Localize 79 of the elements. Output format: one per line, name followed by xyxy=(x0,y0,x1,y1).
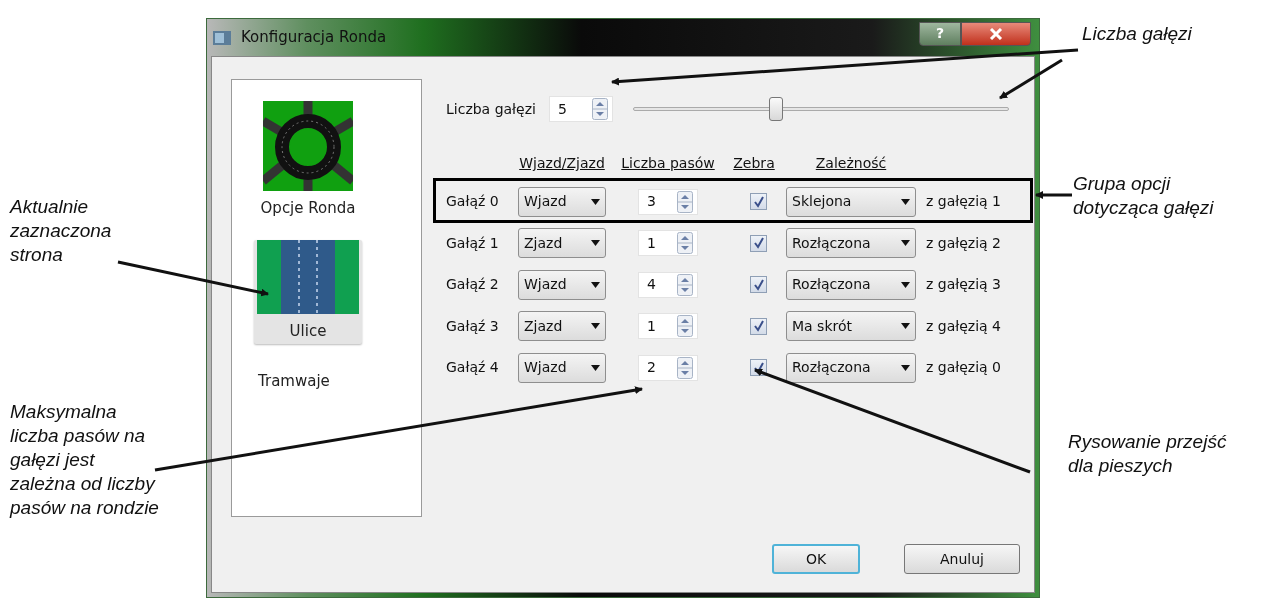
branch-label: Gałąź 4 xyxy=(446,358,500,378)
arrow xyxy=(1035,191,1072,199)
column-header: Zebra xyxy=(732,154,776,171)
app-icon xyxy=(213,30,231,45)
branch-target: z gałęzią 0 xyxy=(926,358,1002,378)
branch-target: z gałęzią 4 xyxy=(926,316,1002,336)
checkbox[interactable] xyxy=(750,276,767,294)
street-icon xyxy=(257,239,359,314)
branch-label: Gałąź 1 xyxy=(446,233,500,253)
check-icon xyxy=(752,195,765,208)
caret-icon xyxy=(901,198,910,205)
spin-arrows-icon[interactable] xyxy=(677,273,693,296)
sidebar-item[interactable]: Ulice xyxy=(254,239,362,344)
caret-icon xyxy=(901,281,910,288)
annotation-text: Grupa opcji dotycząca gałęzi xyxy=(1073,172,1214,220)
dialog-button[interactable]: OK xyxy=(772,544,860,574)
caret-icon xyxy=(591,240,600,247)
caret-icon xyxy=(901,240,910,247)
spin-box[interactable]: 2 xyxy=(638,354,698,381)
check-icon xyxy=(752,278,765,291)
window-title: Konfiguracja Ronda xyxy=(241,27,387,49)
roundabout-icon xyxy=(263,101,353,191)
spin-arrows-icon[interactable] xyxy=(677,315,693,338)
spin-box[interactable]: 3 xyxy=(638,188,698,215)
dropdown[interactable]: Rozłączona xyxy=(786,352,916,383)
spin-value: 2 xyxy=(647,358,656,378)
caret-icon xyxy=(591,323,600,330)
check-icon xyxy=(752,320,765,333)
spin-arrows-icon[interactable] xyxy=(677,356,693,379)
branch-label: Gałąź 2 xyxy=(446,275,500,295)
checkbox[interactable] xyxy=(750,234,767,252)
column-header: Zależność xyxy=(814,154,888,171)
column-header: Liczba pasów xyxy=(620,154,716,171)
dropdown[interactable]: Sklejona xyxy=(786,186,916,217)
dropdown[interactable]: Wjazd xyxy=(518,186,606,217)
dropdown[interactable]: Ma skrót xyxy=(786,311,916,342)
column-header: Wjazd/Zjazd xyxy=(518,154,606,171)
caret-icon xyxy=(591,281,600,288)
spin-box[interactable]: 5 xyxy=(549,96,613,122)
sidebar-item[interactable]: Opcje Ronda xyxy=(254,101,362,220)
check-icon xyxy=(752,237,765,250)
annotation-text: Rysowanie przejść dla pieszych xyxy=(1068,430,1227,478)
dropdown[interactable]: Rozłączona xyxy=(786,269,916,300)
dropdown[interactable]: Zjazd xyxy=(518,311,606,342)
spin-value: 3 xyxy=(647,192,656,212)
spin-arrows-icon[interactable] xyxy=(677,190,693,213)
dropdown[interactable]: Wjazd xyxy=(518,269,606,300)
spin-value: 1 xyxy=(647,233,656,253)
spin-value: 1 xyxy=(647,316,656,336)
dropdown[interactable]: Wjazd xyxy=(518,352,606,383)
branch-label: Gałąź 3 xyxy=(446,316,500,336)
field-label: Liczba gałęzi xyxy=(446,99,537,119)
dialog-button[interactable]: Anuluj xyxy=(904,544,1020,574)
spin-arrows-icon[interactable] xyxy=(592,98,608,120)
branch-target: z gałęzią 2 xyxy=(926,233,1002,253)
sidebar-item[interactable]: Tramwaje xyxy=(254,364,362,393)
annotation-text: Aktualnie zaznaczona strona xyxy=(10,195,112,267)
branch-target: z gałęzią 3 xyxy=(926,275,1002,295)
spin-arrows-icon[interactable] xyxy=(677,232,693,255)
annotation-text: Liczba gałęzi xyxy=(1082,22,1192,46)
spin-box[interactable]: 1 xyxy=(638,230,698,257)
dropdown[interactable]: Zjazd xyxy=(518,228,606,259)
caret-icon xyxy=(901,323,910,330)
spin-value: 5 xyxy=(558,99,567,119)
checkbox[interactable] xyxy=(750,193,767,211)
caret-icon xyxy=(591,364,600,371)
slider-thumb[interactable] xyxy=(768,97,783,121)
branch-target: z gałęzią 1 xyxy=(926,192,1002,212)
close-icon xyxy=(989,27,1003,40)
checkbox[interactable] xyxy=(750,317,767,335)
close-button[interactable] xyxy=(961,21,1031,46)
spin-box[interactable]: 4 xyxy=(638,271,698,298)
spin-box[interactable]: 1 xyxy=(638,313,698,340)
caret-icon xyxy=(901,364,910,371)
caret-icon xyxy=(591,198,600,205)
dropdown[interactable]: Rozłączona xyxy=(786,228,916,259)
annotation-text: Maksymalna liczba pasów na gałęzi jest zależna od liczby pasów na rondzie xyxy=(10,400,159,520)
branch-label: Gałąź 0 xyxy=(446,192,500,212)
spin-value: 4 xyxy=(647,275,656,295)
